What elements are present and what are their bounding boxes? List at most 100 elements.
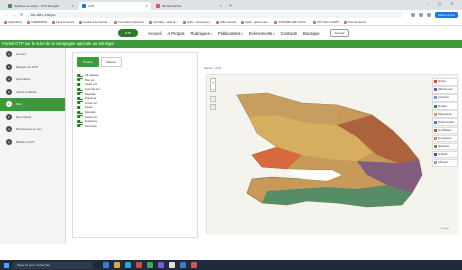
layer-item[interactable]: Ferrosols — [77, 124, 193, 129]
tab-close-icon[interactable]: ✕ — [145, 4, 148, 8]
panel-tab[interactable]: Produit — [77, 57, 99, 67]
home-extent-button[interactable]: ⌂ — [210, 96, 216, 102]
bookmark-item[interactable]: Openlaby - carte de... — [148, 20, 178, 24]
site-logo[interactable]: GTP — [118, 29, 138, 37]
layer-toggle[interactable] — [77, 87, 83, 91]
bookmark-item[interactable]: Applications — [4, 20, 22, 24]
nav-menu-item[interactable]: Evènements ▾ — [249, 31, 275, 36]
update-button[interactable]: Mettre à jour — [435, 11, 458, 18]
taskbar-app-icon[interactable] — [136, 262, 142, 268]
browser-tab[interactable]: Système en Ligne - GTP Sénégal ✕ — [5, 2, 77, 10]
zoom-control: + − — [210, 78, 216, 92]
bookmark-item[interactable]: Office Simulet — [216, 20, 236, 24]
tab-close-icon[interactable]: ✕ — [71, 4, 74, 8]
system-tray[interactable]: FRA 10:32 — [444, 2, 458, 6]
bookmark-item[interactable]: Formulaire d'obtention — [114, 20, 144, 24]
nav-menu-item[interactable]: Contacts — [281, 31, 298, 36]
taskbar-app-icon[interactable] — [103, 262, 109, 268]
layer-toggle[interactable] — [77, 124, 83, 128]
bookmark-item[interactable]: Ajaifo - optimal des... — [182, 20, 211, 24]
nav-menu-item[interactable]: Boutique — [303, 31, 320, 36]
url-input[interactable]: 192.168.1.190/gtp/ — [27, 11, 404, 18]
sidebar-item[interactable]: ● Sols — [0, 98, 65, 111]
taskbar-search-input[interactable]: Taper ici pour rechercher — [13, 261, 93, 269]
nav-menu-label: A Propos — [167, 30, 185, 36]
map-source-link[interactable]: GTP — [215, 66, 221, 70]
zoom-in-button[interactable]: + — [212, 79, 214, 86]
nav-menu-label: Publications — [217, 30, 241, 36]
sidebar-item[interactable]: ● Ressources en eau — [0, 123, 65, 136]
bookmark-icon — [241, 20, 245, 24]
browser-tab[interactable]: GTP ✕ — [79, 2, 151, 10]
sidebar-item[interactable]: ● Climat et Météo — [0, 86, 65, 99]
bookmark-item[interactable]: CONSIPE-CRIN UN DL... — [274, 20, 308, 24]
sidebar-item[interactable]: ● Équipes du GTP — [0, 61, 65, 74]
taskbar-app-icon[interactable] — [169, 262, 175, 268]
profile-icon[interactable] — [427, 12, 432, 17]
bookmark-item[interactable]: Ajaifo - gestion des... — [241, 20, 269, 24]
nav-menu-label: Accueil — [148, 30, 162, 36]
star-icon[interactable] — [411, 12, 416, 17]
bookmark-item[interactable]: Pavé de lecture — [52, 20, 74, 24]
panel-tab[interactable]: Rélevé — [100, 57, 122, 67]
taskbar-app-icon[interactable] — [114, 262, 120, 268]
sidebar-item-label: Eco-Impact — [16, 114, 32, 119]
bookmark-icon — [114, 20, 118, 24]
extension-icon[interactable] — [419, 12, 424, 17]
taskbar-app-icon[interactable] — [191, 262, 197, 268]
fullscreen-button[interactable]: ⤢ — [210, 104, 216, 110]
sidebar-item[interactable]: ● Bulletins GTP — [0, 136, 65, 149]
sidebar-item[interactable]: ● Eco-Impact — [0, 111, 65, 124]
account-dropdown[interactable]: Accueil — [329, 29, 350, 37]
layer-toggle[interactable] — [77, 73, 83, 77]
forward-icon[interactable]: → — [12, 12, 16, 17]
nav-menu-item[interactable]: Accueil — [148, 31, 162, 36]
taskbar-app-icon[interactable] — [180, 262, 186, 268]
bookmark-item[interactable]: GTP Ulocs CARPT — [313, 20, 339, 24]
chevron-down-icon: ▾ — [209, 31, 212, 36]
tab-close-icon[interactable]: ✕ — [219, 4, 222, 8]
map-attribution[interactable]: © Leaflet — [440, 228, 449, 230]
taskbar-app-icon[interactable] — [147, 262, 153, 268]
taskbar-app-icon[interactable] — [158, 262, 164, 268]
layer-toggle[interactable] — [77, 101, 83, 105]
layer-toggle[interactable] — [77, 92, 83, 96]
layer-label: Limite sol — [85, 100, 97, 105]
bookmark-item[interactable]: Gestion des réservat... — [79, 20, 109, 24]
legend-item: Affleurement — [432, 86, 458, 94]
layer-toggle[interactable] — [77, 115, 83, 119]
bookmark-icon — [216, 20, 220, 24]
layer-toggle[interactable] — [77, 82, 83, 86]
cloud-icon: ● — [6, 88, 12, 95]
bookmark-icon — [148, 20, 152, 24]
browser-tab[interactable]: Mit Recherche ✕ — [153, 2, 225, 10]
nav-menu-item[interactable]: A Propos — [168, 31, 185, 36]
layer-toggle[interactable] — [77, 119, 83, 123]
layer-toggle[interactable] — [77, 105, 83, 109]
sidebar-item[interactable]: ● Accueil — [0, 48, 65, 61]
nav-menu-label: Boutique — [303, 30, 320, 36]
bookmark-item[interactable]: Tous les favoris — [344, 20, 366, 24]
new-tab-button[interactable]: + — [229, 2, 232, 10]
reload-icon[interactable]: ⟳ — [20, 12, 23, 17]
zoom-out-button[interactable]: − — [212, 86, 214, 93]
map-canvas[interactable] — [206, 74, 459, 235]
nav-menu-item[interactable]: Rubriques ▾ — [191, 31, 212, 36]
nav-menu-item[interactable]: Publications ▾ — [218, 31, 243, 36]
bookmark-item[interactable]: CARDERPAD — [27, 20, 48, 24]
back-icon[interactable]: ← — [4, 12, 8, 17]
legend-swatch — [434, 112, 437, 116]
legend-label: Lithosols — [438, 161, 448, 165]
windows-start-icon[interactable] — [4, 262, 9, 268]
legend-label: Vertisols — [438, 153, 448, 157]
legend-item: Vertisols — [432, 150, 458, 159]
layer-toggle[interactable] — [77, 96, 83, 100]
layer-toggle[interactable] — [77, 78, 83, 82]
sidebar-item[interactable]: ● Agriculture — [0, 73, 65, 86]
legend-swatch — [434, 161, 437, 165]
taskbar-app-icon[interactable] — [125, 262, 131, 268]
bookmark-label: CARDERPAD — [31, 20, 48, 24]
legend-label: Ferrugineux — [438, 136, 452, 140]
page-title-banner: Portail GTP sur le suivi de la campagne … — [0, 40, 462, 48]
layer-toggle[interactable] — [77, 110, 83, 114]
